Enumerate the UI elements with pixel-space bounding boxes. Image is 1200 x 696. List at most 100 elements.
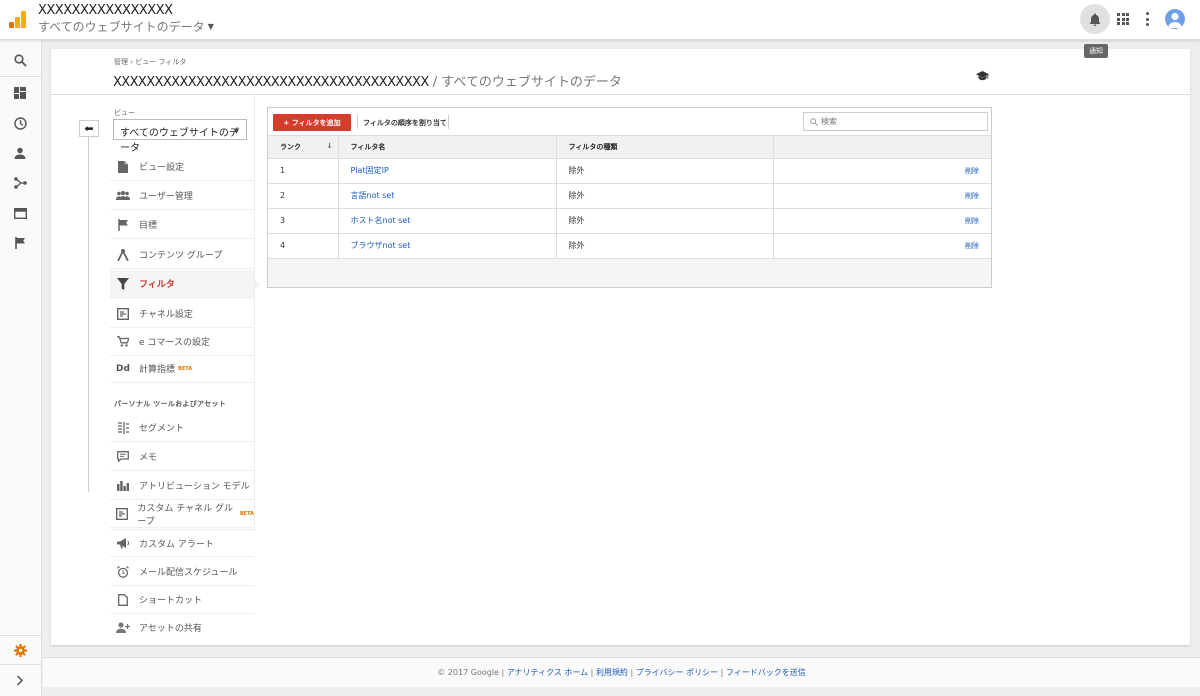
property-selector[interactable]: すべてのウェブサイトのデータ ▼: [38, 18, 214, 35]
search-icon[interactable]: [12, 52, 28, 68]
nav-item-label: カスタム チャネル グループ: [137, 503, 233, 527]
notification-tooltip: 通知: [1084, 44, 1108, 58]
footer: © 2017 Google | アナリティクス ホーム | 利用規約 | プライ…: [43, 657, 1200, 687]
nav-item-custom-channel-groups[interactable]: カスタム チャネル グループ BETA: [110, 500, 254, 528]
acquisition-icon[interactable]: [12, 175, 28, 191]
view-selector[interactable]: すべてのウェブサイトのデータ ▼: [113, 119, 247, 154]
column-header-label: フィルタ名: [350, 142, 386, 151]
filter-name-link[interactable]: ホスト名not set: [338, 208, 557, 234]
nav-item-scheduled-emails[interactable]: メール配信スケジュール: [110, 558, 254, 586]
table-row: 4 ブラウザnot set 除外 削除: [268, 233, 991, 259]
property-selector-label: すべてのウェブサイトのデータ: [38, 20, 205, 34]
nav-item-ecommerce[interactable]: e コマースの設定: [110, 328, 254, 356]
nav-item-label: セグメント: [139, 424, 185, 434]
document-icon: [116, 160, 130, 173]
column-header-filter-name: フィルタ名: [338, 136, 557, 159]
analytics-logo-icon[interactable]: [9, 11, 27, 28]
delete-link[interactable]: 削除: [773, 183, 991, 209]
dashboard-icon[interactable]: [12, 85, 28, 101]
account-name[interactable]: XXXXXXXXXXXXXXXX: [38, 3, 173, 18]
admin-card: 管理 › ビュー フィルタ XXXXXXXXXXXXXXXXXXXXXXXXXX…: [51, 49, 1190, 645]
page-title-separator: /: [428, 75, 442, 90]
alarm-icon: [116, 565, 130, 578]
footer-link-privacy[interactable]: プライバシー ポリシー: [636, 668, 718, 677]
filter-name-link[interactable]: 言語not set: [338, 183, 557, 209]
copyright-text: © 2017 Google |: [437, 668, 507, 677]
nav-item-label: 目標: [139, 221, 158, 231]
nav-item-label: 計算指標: [139, 365, 176, 375]
nav-item-attribution-models[interactable]: アトリビューション モデル: [110, 472, 254, 500]
filter-name-link[interactable]: ブラウザnot set: [338, 233, 557, 259]
column-header-filter-type: フィルタの種類: [556, 136, 774, 159]
add-user-icon: [116, 621, 130, 633]
nav-item-custom-alerts[interactable]: カスタム アラート: [110, 529, 254, 557]
nav-item-goals[interactable]: 目標: [110, 211, 254, 239]
nav-item-shortcuts[interactable]: ショートカット: [110, 586, 254, 614]
graduation-cap-icon[interactable]: [976, 71, 989, 84]
avatar[interactable]: [1165, 9, 1185, 29]
nav-item-label: カスタム アラート: [139, 539, 214, 550]
shortcut-icon: [116, 593, 130, 606]
person-icon[interactable]: [12, 145, 28, 161]
bar-chart-icon: [116, 480, 130, 492]
filter-icon: [116, 277, 130, 290]
behavior-icon[interactable]: [12, 205, 28, 221]
page-title-account: XXXXXXXXXXXXXXXXXXXXXXXXXXXXXXXXXXXXXX: [113, 75, 429, 90]
calc-icon: Dd: [116, 363, 130, 374]
nav-item-calculated-metrics[interactable]: Dd 計算指標 BETA: [110, 355, 254, 383]
nav-item-user-management[interactable]: ユーザー管理: [110, 182, 254, 210]
footer-link-terms[interactable]: 利用規約: [596, 668, 628, 677]
flag-icon[interactable]: [12, 235, 28, 251]
column-header-label: ランク: [280, 142, 301, 151]
assign-filter-order-button[interactable]: フィルタの順序を割り当て: [363, 118, 447, 128]
nav-item-label: メール配信スケジュール: [139, 568, 238, 578]
add-filter-button[interactable]: + フィルタを追加: [273, 114, 351, 131]
breadcrumb: 管理 › ビュー フィルタ: [114, 58, 187, 66]
channel-icon: [116, 507, 129, 520]
chevron-right-icon[interactable]: [12, 672, 28, 688]
filter-type-cell: 除外: [556, 208, 774, 234]
footer-link-feedback[interactable]: フィードバックを送信: [726, 668, 806, 677]
apps-grid-icon[interactable]: [1117, 13, 1129, 25]
gear-icon[interactable]: [12, 642, 28, 658]
nav-item-view-settings[interactable]: ビュー設定: [110, 153, 254, 181]
search-icon: [810, 117, 818, 126]
top-bar: XXXXXXXXXXXXXXXX すべてのウェブサイトのデータ ▼: [0, 0, 1200, 40]
cart-icon: [116, 336, 130, 348]
nav-item-asset-sharing[interactable]: アセットの共有: [110, 613, 254, 641]
left-rail: [0, 40, 42, 696]
nav-item-channel-settings[interactable]: チャネル設定: [110, 300, 254, 328]
filter-type-cell: 除外: [556, 233, 774, 259]
channel-icon: [116, 307, 130, 320]
nav-item-label: ユーザー管理: [139, 192, 193, 202]
column-header-rank[interactable]: ランク ↓: [268, 136, 339, 159]
nav-item-label: コンテンツ グループ: [139, 251, 223, 261]
page-title-view: すべてのウェブサイトのデータ: [441, 75, 622, 90]
table-row: 2 言語not set 除外 削除: [268, 183, 991, 209]
chevron-down-icon: ▼: [233, 127, 239, 135]
rank-cell: 1: [268, 158, 339, 184]
nav-item-label: e コマースの設定: [139, 338, 210, 348]
filters-toolbar: + フィルタを追加 フィルタの順序を割り当て: [268, 108, 991, 136]
nav-item-filters[interactable]: フィルタ: [110, 270, 254, 298]
more-vert-icon[interactable]: [1146, 12, 1149, 26]
column-header-actions: [773, 136, 991, 159]
rank-cell: 3: [268, 208, 339, 234]
nav-item-label: アトリビューション モデル: [139, 482, 250, 492]
filter-name-link[interactable]: Plat固定IP: [338, 158, 557, 184]
content-group-icon: [116, 248, 130, 261]
delete-link[interactable]: 削除: [773, 158, 991, 184]
nav-item-label: チャネル設定: [139, 310, 193, 320]
nav-item-annotations[interactable]: メモ: [110, 443, 254, 471]
delete-link[interactable]: 削除: [773, 208, 991, 234]
nav-item-segments[interactable]: セグメント: [110, 414, 254, 442]
footer-link-analytics-home[interactable]: アナリティクス ホーム: [507, 668, 588, 677]
clock-icon[interactable]: [12, 115, 28, 131]
search-input[interactable]: [821, 117, 971, 126]
delete-link[interactable]: 削除: [773, 233, 991, 259]
page-title: XXXXXXXXXXXXXXXXXXXXXXXXXXXXXXXXXXXXXX /…: [113, 71, 622, 90]
nav-item-content-grouping[interactable]: コンテンツ グループ: [110, 241, 254, 269]
notifications-button[interactable]: [1080, 4, 1110, 34]
users-icon: [116, 190, 130, 202]
back-button[interactable]: ⬅: [79, 120, 99, 137]
